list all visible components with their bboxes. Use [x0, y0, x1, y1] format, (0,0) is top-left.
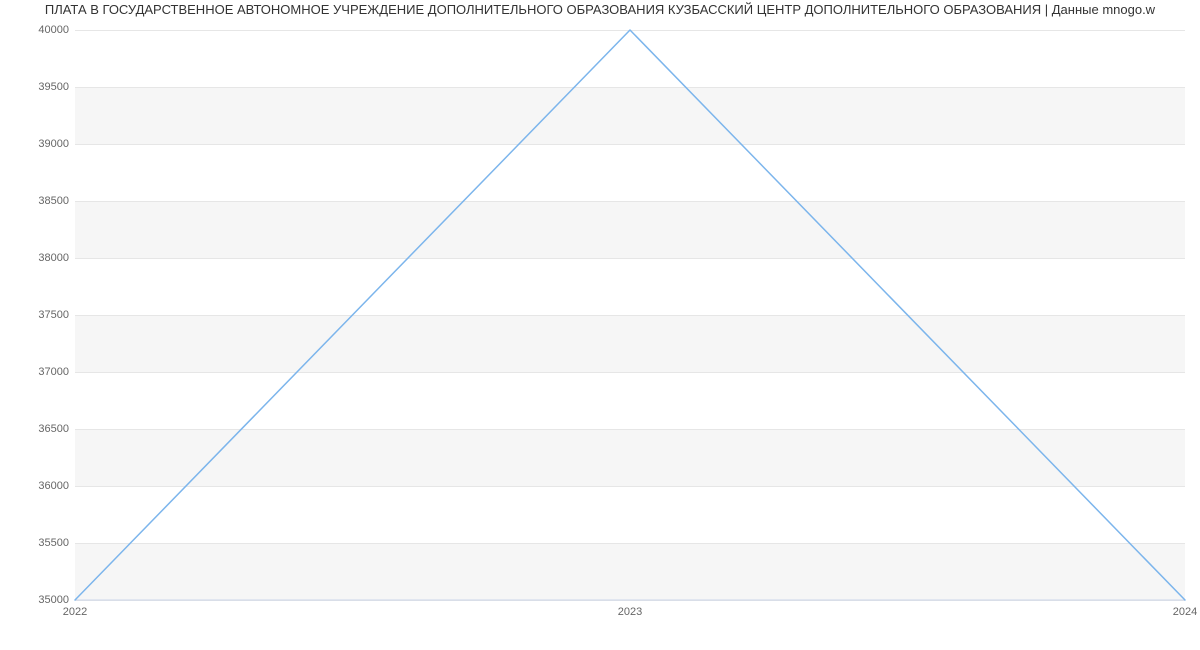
y-tick-label: 37500: [38, 309, 75, 321]
x-tick-label: 2022: [63, 600, 87, 618]
y-tick-label: 35500: [38, 537, 75, 549]
y-tick-label: 38500: [38, 195, 75, 207]
y-tick-label: 40000: [38, 24, 75, 36]
y-tick-label: 39000: [38, 138, 75, 150]
y-tick-label: 38000: [38, 252, 75, 264]
y-tick-label: 36500: [38, 423, 75, 435]
chart-container: ПЛАТА В ГОСУДАРСТВЕННОЕ АВТОНОМНОЕ УЧРЕЖ…: [0, 0, 1200, 650]
series-line: [75, 30, 1185, 600]
x-tick-label: 2024: [1173, 600, 1197, 618]
y-tick-label: 37000: [38, 366, 75, 378]
y-tick-label: 36000: [38, 480, 75, 492]
chart-title: ПЛАТА В ГОСУДАРСТВЕННОЕ АВТОНОМНОЕ УЧРЕЖ…: [0, 2, 1200, 17]
x-tick-label: 2023: [618, 600, 642, 618]
y-tick-label: 39500: [38, 81, 75, 93]
line-layer: [75, 30, 1185, 600]
plot-area: 3500035500360003650037000375003800038500…: [75, 30, 1185, 600]
